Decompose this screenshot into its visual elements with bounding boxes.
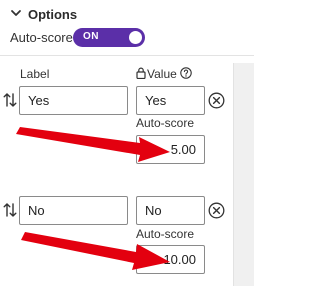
sort-icon[interactable] xyxy=(3,92,17,108)
sort-icon[interactable] xyxy=(3,202,17,218)
option-autoscore-input[interactable]: 5.00 xyxy=(136,135,205,164)
remove-option-icon[interactable] xyxy=(208,202,225,219)
auto-score-row: Auto-score ON xyxy=(0,28,254,48)
option-value-input[interactable]: No xyxy=(136,196,205,225)
auto-score-label: Auto-score xyxy=(10,30,73,45)
option-autoscore-input[interactable]: 10.00 xyxy=(136,245,205,274)
column-value-header: Value xyxy=(147,67,177,81)
help-icon[interactable] xyxy=(180,67,192,79)
option-autoscore-label: Auto-score xyxy=(136,116,195,130)
column-label-header: Label xyxy=(20,67,50,81)
chevron-down-icon[interactable] xyxy=(10,7,22,19)
option-autoscore-label: Auto-score xyxy=(136,227,195,241)
toggle-state-text: ON xyxy=(83,31,99,42)
section-title: Options xyxy=(28,7,78,22)
options-section-header[interactable]: Options xyxy=(0,0,254,30)
divider xyxy=(0,55,254,56)
option-label-input[interactable]: No xyxy=(19,196,128,225)
option-value-input[interactable]: Yes xyxy=(136,86,205,115)
toggle-knob xyxy=(129,31,142,44)
scrollbar[interactable] xyxy=(233,63,254,286)
remove-option-icon[interactable] xyxy=(208,92,225,109)
auto-score-toggle[interactable]: ON xyxy=(73,28,145,47)
lock-icon xyxy=(136,67,146,79)
option-label-input[interactable]: Yes xyxy=(19,86,128,115)
